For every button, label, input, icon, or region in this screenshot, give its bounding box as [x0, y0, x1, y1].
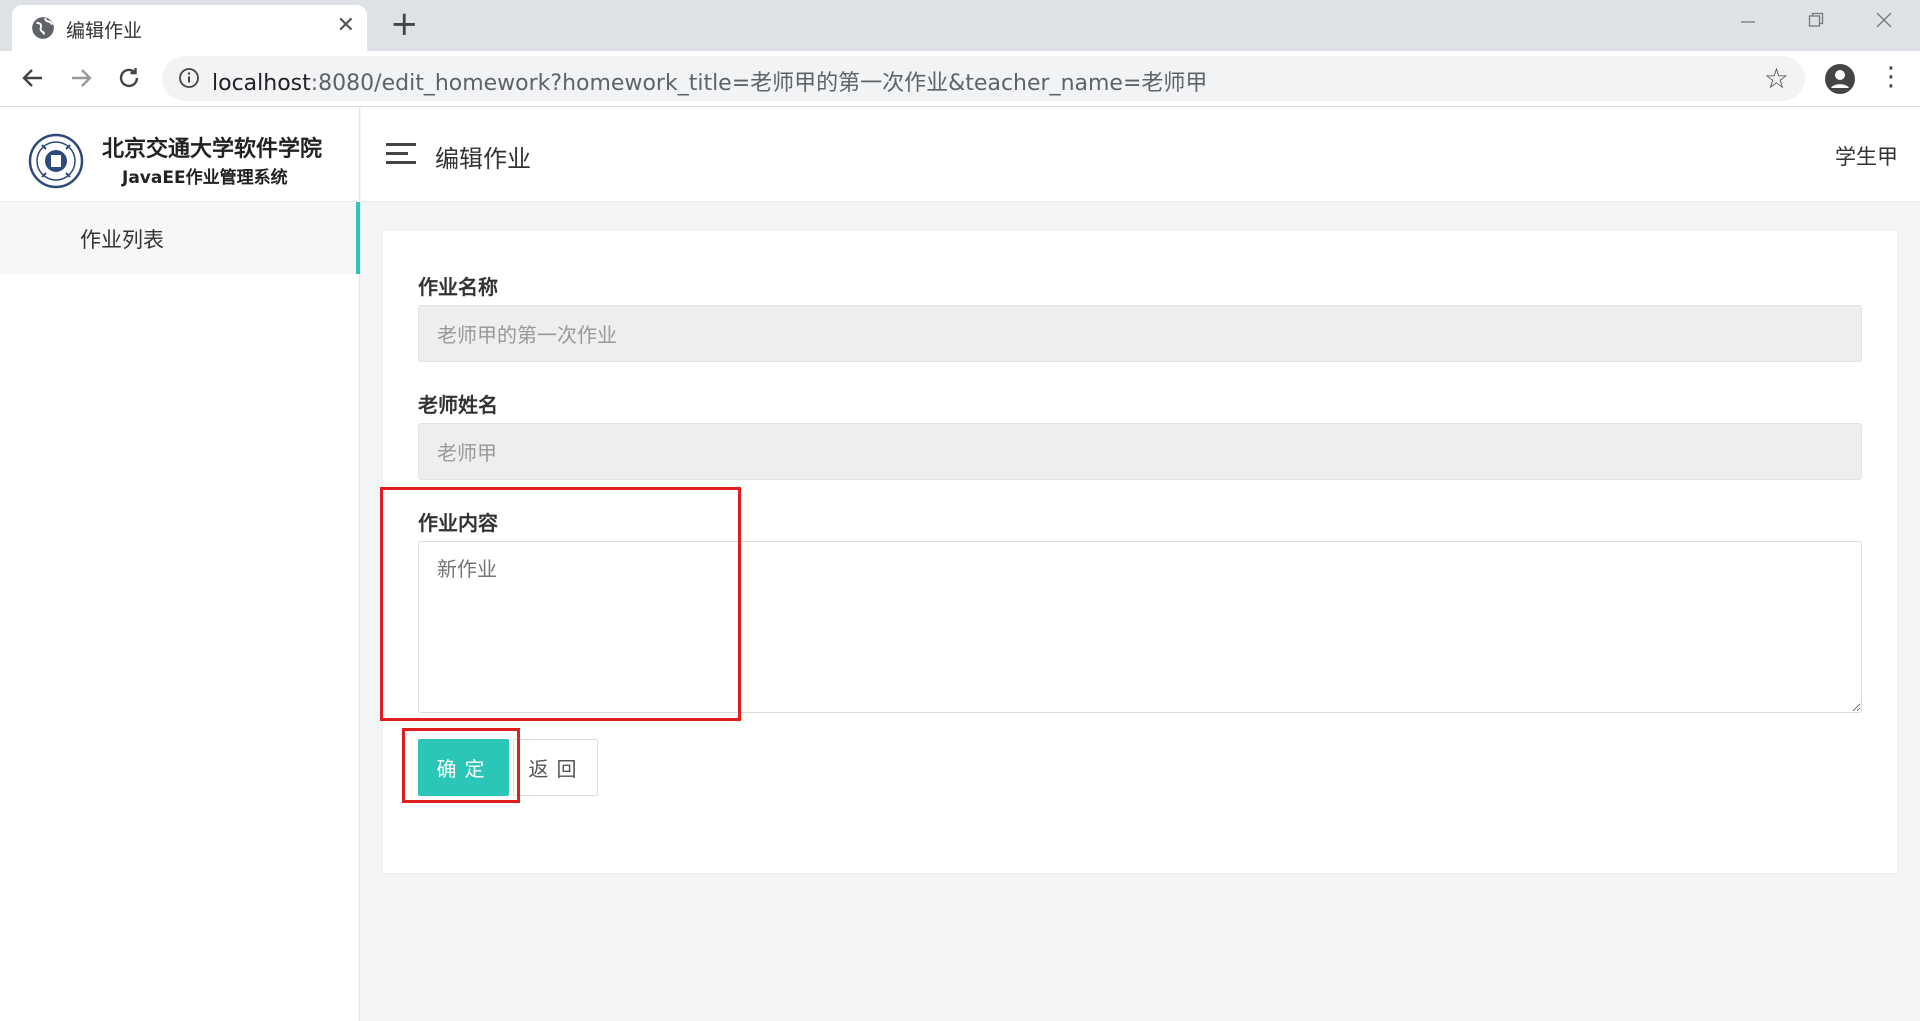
back-button[interactable]: 返回: [513, 739, 598, 796]
url-text[interactable]: localhost:8080/edit_homework?homework_ti…: [212, 65, 1207, 97]
current-user[interactable]: 学生甲: [1835, 141, 1898, 171]
star-icon[interactable]: ☆: [1764, 62, 1789, 95]
teacher-name-input[interactable]: [418, 423, 1862, 480]
close-icon[interactable]: [1876, 12, 1892, 28]
tab-title: 编辑作业: [66, 20, 143, 42]
brand-subtitle: JavaEE作业管理系统: [122, 168, 288, 188]
homework-content-label: 作业内容: [418, 511, 498, 535]
address-bar[interactable]: localhost:8080/edit_homework?homework_ti…: [162, 56, 1805, 101]
homework-title-label: 作业名称: [418, 275, 498, 299]
browser-tab-bar: 编辑作业 ✕ +: [0, 0, 1920, 51]
reload-icon[interactable]: [111, 60, 147, 96]
homework-title-input[interactable]: [418, 305, 1862, 362]
minimize-icon[interactable]: [1740, 14, 1756, 30]
teacher-name-label: 老师姓名: [418, 393, 498, 417]
new-tab-button[interactable]: +: [390, 6, 419, 42]
browser-tab[interactable]: 编辑作业 ✕: [12, 5, 367, 51]
brand-title: 北京交通大学软件学院: [102, 137, 323, 162]
menu-kebab-icon[interactable]: ⋮: [1878, 59, 1904, 95]
url-host: localhost: [212, 71, 311, 96]
homework-content-textarea[interactable]: [418, 541, 1862, 713]
sidebar-item-label: 作业列表: [80, 228, 164, 252]
url-path: :8080/edit_homework?homework_title=老师甲的第…: [310, 71, 1208, 96]
tab-close-icon[interactable]: ✕: [337, 13, 355, 38]
restore-icon[interactable]: [1808, 12, 1824, 28]
sidebar-item-homework-list[interactable]: 作业列表: [0, 202, 360, 274]
sidebar: 北京交通大学软件学院 JavaEE作业管理系统 作业列表: [0, 107, 360, 1021]
browser-toolbar: localhost:8080/edit_homework?homework_ti…: [0, 51, 1920, 107]
university-logo: [28, 133, 84, 189]
edit-homework-form: 作业名称 老师姓名 作业内容 确定 返回: [383, 231, 1897, 873]
forward-icon[interactable]: [63, 60, 99, 96]
submit-button[interactable]: 确定: [418, 739, 509, 796]
brand: 北京交通大学软件学院 JavaEE作业管理系统: [0, 107, 360, 202]
hamburger-menu-icon[interactable]: [386, 143, 416, 165]
back-icon[interactable]: [15, 60, 51, 96]
account-icon[interactable]: [1824, 63, 1856, 95]
page-title: 编辑作业: [435, 145, 531, 173]
globe-icon: [32, 17, 54, 39]
info-icon[interactable]: [178, 67, 200, 89]
page-header: 编辑作业 学生甲: [361, 107, 1920, 202]
